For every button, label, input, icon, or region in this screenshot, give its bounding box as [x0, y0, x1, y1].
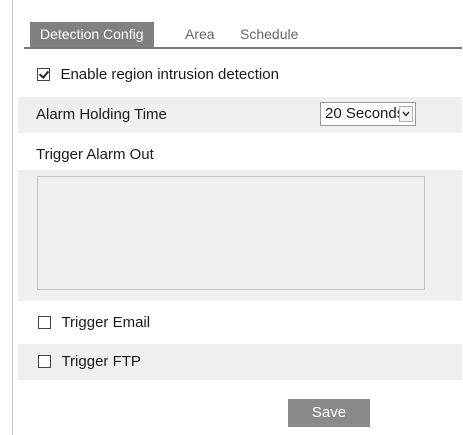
enable-detection-label: Enable region intrusion detection — [60, 66, 279, 83]
save-button[interactable]: Save — [288, 399, 370, 427]
enable-detection-row: Enable region intrusion detection — [18, 62, 462, 88]
tab-detection-config[interactable]: Detection Config — [30, 22, 154, 47]
tab-bar: Detection Config Area Schedule — [24, 22, 462, 49]
trigger-ftp-label: Trigger FTP — [61, 353, 141, 370]
tab-schedule[interactable]: Schedule — [240, 22, 298, 47]
trigger-alarm-out-label: Trigger Alarm Out — [36, 146, 154, 163]
dropdown-button[interactable] — [399, 106, 413, 122]
check-icon — [38, 67, 50, 79]
panel-left-border — [12, 0, 13, 435]
trigger-ftp-checkbox[interactable] — [38, 354, 51, 368]
trigger-alarm-out-row: Trigger Alarm Out — [18, 140, 462, 170]
trigger-email-checkbox[interactable] — [38, 315, 51, 329]
tab-area[interactable]: Area — [185, 22, 215, 47]
alarm-out-list[interactable] — [37, 176, 425, 290]
alarm-holding-label: Alarm Holding Time — [36, 106, 167, 123]
alarm-holding-select[interactable]: 20 Seconds — [320, 102, 416, 126]
enable-detection-checkbox[interactable] — [37, 67, 50, 81]
chevron-down-icon — [402, 111, 410, 117]
alarm-holding-row: Alarm Holding Time 20 Seconds — [18, 97, 462, 133]
trigger-email-label: Trigger Email — [61, 314, 151, 331]
trigger-ftp-row: Trigger FTP — [18, 344, 462, 380]
alarm-holding-value: 20 Seconds — [325, 105, 405, 122]
trigger-email-row: Trigger Email — [18, 308, 462, 338]
